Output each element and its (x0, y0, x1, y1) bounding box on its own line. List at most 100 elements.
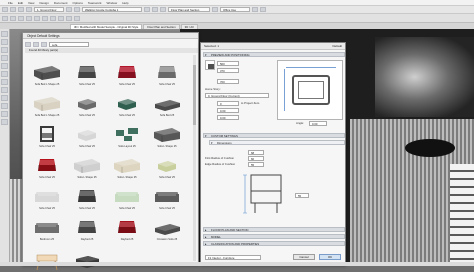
dim-a-field[interactable]: 68 (248, 150, 264, 155)
depth-field[interactable]: 370 (217, 68, 239, 73)
library-item[interactable]: Sofa Layout 25 (107, 117, 147, 148)
library-folder[interactable]: Found 40 library part(s) (25, 48, 198, 53)
zero-elevation-field[interactable]: 0 (217, 101, 239, 106)
cancel-button[interactable]: Cancel (293, 254, 315, 260)
library-item[interactable]: Sofa Chair 25 (107, 86, 147, 117)
zoom-icon[interactable] (144, 7, 150, 12)
angle-field[interactable]: 0.00 (309, 121, 327, 126)
ok-button[interactable]: OK (319, 254, 341, 260)
text-icon[interactable] (1, 111, 8, 117)
library-item[interactable]: Sofa L Shape 25 (147, 117, 187, 148)
undo-icon[interactable] (18, 7, 24, 12)
dim-c-field[interactable]: 55 (248, 162, 264, 167)
library-item[interactable]: Occasion Sofa 25 (147, 210, 187, 241)
pan-icon[interactable] (152, 7, 158, 12)
floorplan-switch[interactable]: Floor Plan and Section (168, 7, 210, 12)
object-icon[interactable] (1, 95, 8, 101)
library-item[interactable]: Sofa Chair 25 (107, 179, 147, 210)
section-floorplan[interactable]: FLOOR PLAN AND SECTION (203, 227, 345, 232)
library-item[interactable] (27, 241, 67, 272)
library-item[interactable]: Sofa Chair 25 (147, 55, 187, 86)
wall-tool-icon[interactable] (2, 15, 8, 21)
project-field[interactable]: 1. Ground Floor (34, 7, 64, 12)
height-field[interactable]: 700 (217, 79, 239, 84)
wall-icon[interactable] (1, 39, 8, 45)
width-field[interactable]: 500 (217, 61, 239, 66)
view-field[interactable]: Walking Couple Cordoba 1 (82, 7, 142, 12)
menu-item[interactable]: File (8, 1, 13, 5)
grid-icon[interactable] (252, 7, 258, 12)
dimension-icon[interactable] (1, 119, 8, 125)
library-item[interactable]: Sofa Chair 25 (27, 117, 67, 148)
snap-icon[interactable] (260, 7, 266, 12)
section-classification[interactable]: CLASSIFICATION AND PROPERTIES (203, 241, 345, 246)
open-icon[interactable] (2, 7, 8, 12)
menu-item[interactable]: Options (73, 1, 83, 5)
beam-icon[interactable] (1, 71, 8, 77)
menu-item[interactable]: Design (39, 1, 48, 5)
library-item[interactable]: Sofa Chair 25 (67, 86, 107, 117)
stair-tool-icon[interactable] (66, 15, 72, 21)
column-tool-icon[interactable] (10, 15, 16, 21)
layer-select[interactable]: F1 Interior - Furniture (205, 255, 261, 260)
search-input[interactable]: sofa (49, 41, 89, 47)
menu-item[interactable]: Help (122, 1, 128, 5)
dim-b-field[interactable]: 60 (248, 156, 264, 161)
window-tool-icon[interactable] (50, 15, 56, 21)
slab-icon[interactable] (1, 79, 8, 85)
menu-item[interactable]: Teamwork (88, 1, 102, 5)
lamp-icon[interactable] (1, 103, 8, 109)
library-item[interactable]: Daybed 25 (67, 210, 107, 241)
library-item[interactable]: Sofa Chair 25 (67, 117, 107, 148)
library-item[interactable]: Sofa Chair 25 (67, 55, 107, 86)
object-tool-icon[interactable] (58, 15, 64, 21)
library-item[interactable]: Sofa Chair 25 (27, 148, 67, 179)
door-icon[interactable] (1, 47, 8, 53)
column-icon[interactable] (1, 63, 8, 69)
section-preview[interactable]: PREVIEW AND POSITIONING (203, 52, 345, 57)
library-item[interactable]: Sofa L Shape 25 (107, 148, 147, 179)
menu-item[interactable]: Window (107, 1, 118, 5)
beam-tool-icon[interactable] (18, 15, 24, 21)
redo-icon[interactable] (26, 7, 32, 12)
library-item[interactable] (67, 241, 107, 272)
library-item[interactable]: Sofa L Shape 25 (67, 148, 107, 179)
dim-d-field[interactable]: 55 (295, 193, 309, 198)
select-icon[interactable] (66, 7, 72, 12)
library-item[interactable]: Sofa Bed L Shape 25 (27, 86, 67, 117)
layers-icon[interactable] (212, 7, 218, 12)
save-icon[interactable] (10, 7, 16, 12)
library-item[interactable]: Sofa Bed 25 (147, 86, 187, 117)
library-item[interactable]: Sofa Chair 25 (27, 179, 67, 210)
orbit-icon[interactable] (160, 7, 166, 12)
home-story-select[interactable]: 0. Ground Floor (Current) (205, 93, 269, 98)
library-item[interactable]: Bedroom 25 (27, 210, 67, 241)
library-item[interactable]: Sofa Chair 25 (147, 148, 187, 179)
scroll-thumb[interactable] (193, 65, 196, 125)
home-icon[interactable] (41, 41, 47, 47)
offset-field[interactable]: 0.00 (217, 115, 239, 120)
door-tool-icon[interactable] (42, 15, 48, 21)
forward-icon[interactable] (33, 41, 39, 47)
library-item[interactable]: Daybed 25 (107, 210, 147, 241)
section-dimensions[interactable]: Dimensions (209, 140, 345, 145)
menu-item[interactable]: Edit (18, 1, 23, 5)
roof-tool-icon[interactable] (34, 15, 40, 21)
library-item[interactable]: Sofa Chair 25 (107, 55, 147, 86)
roof-icon[interactable] (1, 87, 8, 93)
section-model[interactable]: MODEL (203, 234, 345, 239)
zone-tool-icon[interactable] (74, 15, 80, 21)
library-item[interactable]: Sofa Chair 25 (67, 179, 107, 210)
arrow-icon[interactable] (1, 31, 8, 37)
slab-tool-icon[interactable] (26, 15, 32, 21)
menu-item[interactable]: Document (54, 1, 68, 5)
menu-item[interactable]: View (28, 1, 34, 5)
layer-field[interactable]: Office Use (220, 7, 250, 12)
window-icon[interactable] (1, 55, 8, 61)
section-custom[interactable]: CUSTOM SETTINGS (203, 133, 345, 138)
marquee-icon[interactable] (74, 7, 80, 12)
elevation-field[interactable]: 0.00 (217, 108, 239, 113)
library-item[interactable]: Sofa Chair 25 (147, 179, 187, 210)
back-icon[interactable] (25, 41, 31, 47)
library-scrollbar[interactable] (193, 55, 196, 261)
